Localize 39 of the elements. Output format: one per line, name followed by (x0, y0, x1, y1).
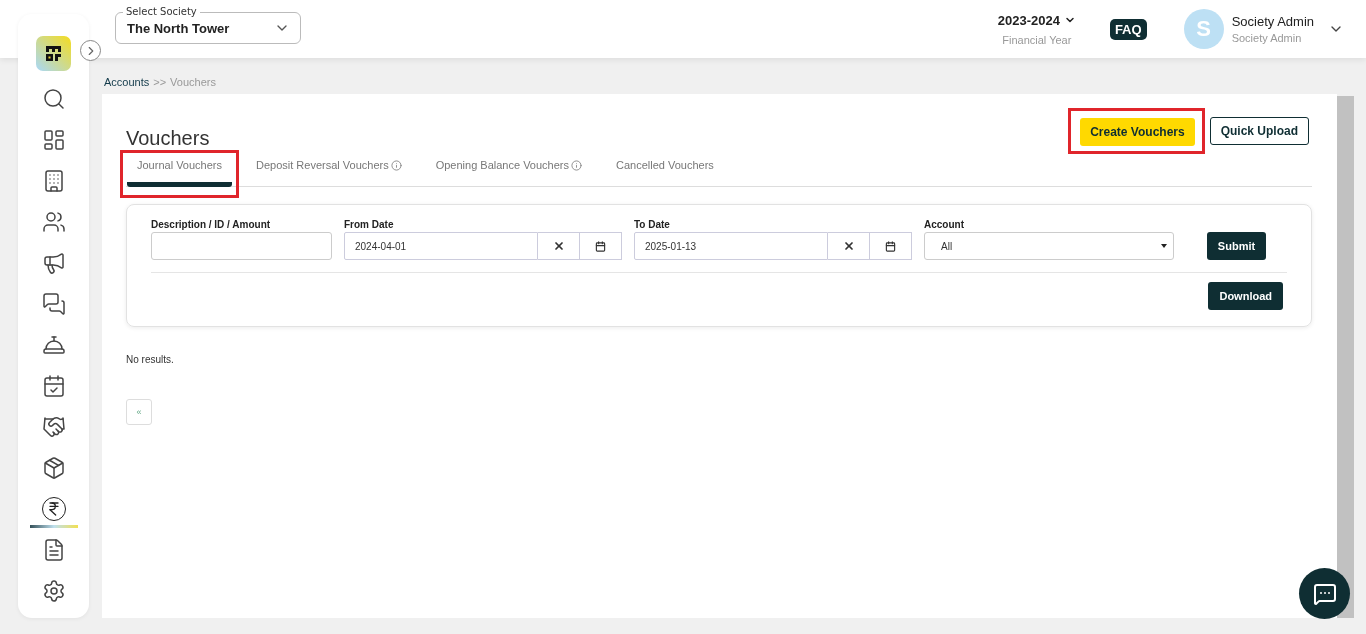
date-field[interactable]: 2025-01-13 (634, 232, 828, 260)
date-field[interactable]: 2024-04-01 (344, 232, 538, 260)
faq-button[interactable]: FAQ (1109, 18, 1147, 40)
year-caption: Financial Year (1002, 33, 1072, 46)
logo-icon[interactable] (36, 36, 71, 71)
tab[interactable]: Deposit Reversal Vouchers (246, 159, 412, 187)
scrollbar[interactable] (1337, 96, 1354, 618)
user-role: Society Admin (1231, 32, 1303, 44)
breadcrumb-link[interactable]: Accounts (104, 76, 150, 88)
calendar-icon (595, 240, 606, 252)
breadcrumb-separator: >> (153, 76, 167, 88)
close-icon (842, 240, 855, 252)
calendar-button[interactable] (870, 232, 912, 260)
search-field[interactable] (151, 232, 332, 260)
clear-button[interactable] (828, 232, 870, 260)
page-title: Vouchers (126, 127, 210, 150)
field-label: From Date (344, 219, 395, 230)
tab[interactable]: Journal Vouchers (127, 159, 232, 187)
submit-button[interactable]: Submit (1206, 232, 1267, 260)
breadcrumb-current: Vouchers (170, 76, 216, 88)
caret-icon (1161, 244, 1167, 248)
account-select[interactable]: All (924, 232, 1174, 260)
tab[interactable]: Opening Balance Vouchers (425, 159, 592, 187)
chat-icon (1312, 581, 1337, 606)
create-button[interactable]: Create Vouchers (1080, 118, 1195, 146)
download-button[interactable]: Download (1208, 282, 1283, 310)
avatar: S (1183, 9, 1224, 49)
calendar-button[interactable] (580, 232, 622, 260)
field-label: Account (924, 219, 965, 230)
calendar-icon (885, 240, 896, 252)
close-icon (552, 240, 565, 252)
year-dropdown[interactable]: 2023-2024 (997, 12, 1076, 28)
upload-button[interactable]: Quick Upload (1209, 117, 1309, 145)
clear-button[interactable] (538, 232, 580, 260)
tab[interactable]: Cancelled Vouchers (606, 159, 724, 187)
empty-message: No results. (126, 354, 175, 365)
field-label: To Date (634, 219, 671, 230)
user-name: Society Admin (1231, 14, 1314, 29)
field-label: Description / ID / Amount (151, 219, 272, 230)
